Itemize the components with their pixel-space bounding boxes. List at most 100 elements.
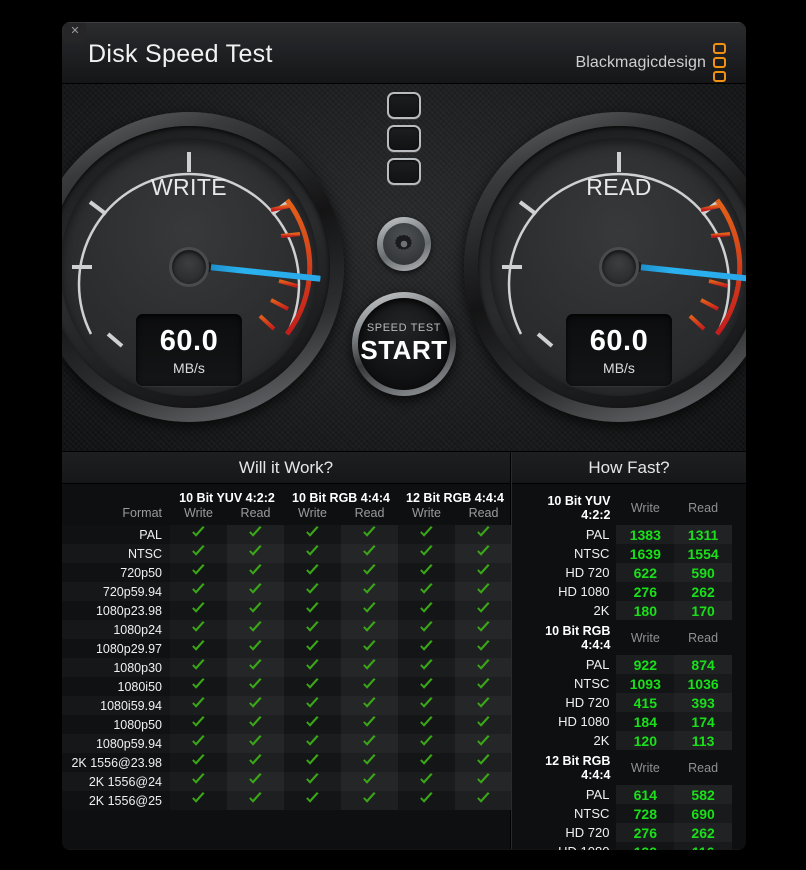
settings-button[interactable] xyxy=(377,217,431,271)
group-header-1: 10 Bit RGB 4:4:4 xyxy=(292,491,390,505)
table-row: HD 720 415 393 xyxy=(518,693,732,712)
checkmark-icon xyxy=(455,658,513,677)
format-label: 2K xyxy=(593,603,610,618)
format-label: 1080p59.94 xyxy=(62,734,170,753)
checkmark-icon xyxy=(341,772,399,791)
table-row: 1080p50 xyxy=(62,715,513,734)
format-label: PAL xyxy=(585,787,610,802)
speed-test-start-button[interactable]: SPEED TEST START xyxy=(352,292,456,396)
format-label: NTSC xyxy=(574,806,610,821)
checkmark-icon xyxy=(398,696,456,715)
format-label: HD 1080 xyxy=(558,584,610,599)
write-gauge-label: WRITE xyxy=(150,174,228,200)
format-label: NTSC xyxy=(574,676,610,691)
read-value: 60.0 xyxy=(589,324,649,357)
read-speed-value: 1311 xyxy=(674,525,732,544)
group-header-row: 10 Bit YUV 4:2:2 10 Bit RGB 4:4:4 12 Bit… xyxy=(62,484,512,506)
write-speed-value: 120 xyxy=(616,731,675,750)
table-row: PAL 1383 1311 xyxy=(518,525,732,544)
page-title: Disk Speed Test xyxy=(88,40,273,68)
write-value: 60.0 xyxy=(159,324,219,357)
checkmark-icon xyxy=(227,791,284,810)
close-icon[interactable]: ✕ xyxy=(64,22,86,42)
chip-1-icon[interactable] xyxy=(387,92,421,119)
chip-2-icon[interactable] xyxy=(387,125,421,152)
checkmark-icon xyxy=(227,601,284,620)
checkmark-icon xyxy=(398,677,456,696)
sub-header-4: Read xyxy=(354,506,385,520)
checkmark-icon xyxy=(455,525,513,544)
checkmark-icon xyxy=(284,563,341,582)
checkmark-icon xyxy=(284,677,341,696)
checkmark-icon xyxy=(398,658,456,677)
gear-icon xyxy=(383,223,425,265)
checkmark-icon xyxy=(398,715,456,734)
checkmark-icon xyxy=(284,772,341,791)
sub-header-6: Read xyxy=(468,506,499,520)
checkmark-icon xyxy=(170,601,227,620)
checkmark-icon xyxy=(284,544,341,563)
checkmark-icon xyxy=(398,563,456,582)
group-header-2: 12 Bit RGB 4:4:4 xyxy=(406,491,504,505)
checkmark-icon xyxy=(398,734,456,753)
gauge-panel: WRITE 60.0 MB/s READ 60.0 MB/s SPEED TES… xyxy=(62,84,746,452)
checkmark-icon xyxy=(170,791,227,810)
read-gauge-label: READ xyxy=(586,174,652,200)
checkmark-icon xyxy=(227,544,284,563)
disk-speed-test-window: ✕ Disk Speed Test Blackmagicdesign WRITE… xyxy=(62,22,746,850)
checkmark-icon xyxy=(170,677,227,696)
checkmark-icon xyxy=(227,677,284,696)
group-header-spacer xyxy=(62,484,170,506)
read-speed-value: 262 xyxy=(674,582,732,601)
checkmark-icon xyxy=(341,544,399,563)
write-speed-value: 614 xyxy=(616,785,675,804)
sub-header-0: Format xyxy=(122,506,162,520)
table-row: NTSC 728 690 xyxy=(518,804,732,823)
read-speed-value: 590 xyxy=(674,563,732,582)
write-gauge-hub xyxy=(169,247,209,287)
checkmark-icon xyxy=(170,544,227,563)
checkmark-icon xyxy=(170,525,227,544)
format-label: 1080p23.98 xyxy=(62,601,170,620)
table-row: 2K 120 113 xyxy=(518,731,732,750)
table-row: 720p59.94 xyxy=(62,582,513,601)
checkmark-icon xyxy=(341,639,399,658)
format-label: 1080p24 xyxy=(62,620,170,639)
table-row: HD 720 622 590 xyxy=(518,563,732,582)
group-name: 10 Bit YUV 4:2:2 xyxy=(547,494,611,522)
read-column-header: Read xyxy=(688,761,719,775)
how-fast-group-header: 12 Bit RGB 4:4:4 Write Read xyxy=(518,750,732,785)
chip-3-icon[interactable] xyxy=(387,158,421,185)
format-label: 2K 1556@23.98 xyxy=(62,753,170,772)
checkmark-icon xyxy=(227,696,284,715)
start-button-inner: SPEED TEST START xyxy=(358,298,450,390)
checkmark-icon xyxy=(398,525,456,544)
checkmark-icon xyxy=(227,715,284,734)
read-speed-value: 582 xyxy=(674,785,732,804)
checkmark-icon xyxy=(341,620,399,639)
read-gauge-hub xyxy=(599,247,639,287)
stress-level-chips[interactable] xyxy=(387,92,421,185)
checkmark-icon xyxy=(341,791,399,810)
how-fast-body: 10 Bit YUV 4:2:2 Write Read PAL 1383 1311 NTSC… xyxy=(518,490,732,850)
table-row: HD 720 276 262 xyxy=(518,823,732,842)
checkmark-icon xyxy=(455,791,513,810)
checkmark-icon xyxy=(284,791,341,810)
write-readout: 60.0 MB/s xyxy=(136,314,242,386)
checkmark-icon xyxy=(284,639,341,658)
will-it-work-body: PAL NTSC 720p50 720p59.94 1080p23.98 1080p24 1… xyxy=(62,525,513,810)
how-fast-table: 10 Bit YUV 4:2:2 Write Read PAL 1383 1311 NTSC… xyxy=(518,490,732,850)
write-speed-value: 1383 xyxy=(616,525,675,544)
format-label: 1080p50 xyxy=(62,715,170,734)
table-row: 1080i59.94 xyxy=(62,696,513,715)
checkmark-icon xyxy=(227,563,284,582)
write-speed-value: 1639 xyxy=(616,544,675,563)
format-label: 720p59.94 xyxy=(62,582,170,601)
table-row: 2K 1556@25 xyxy=(62,791,513,810)
checkmark-icon xyxy=(455,563,513,582)
format-label: 2K xyxy=(593,733,610,748)
checkmark-icon xyxy=(284,734,341,753)
checkmark-icon xyxy=(170,582,227,601)
format-label: PAL xyxy=(585,527,610,542)
table-row: HD 1080 184 174 xyxy=(518,712,732,731)
